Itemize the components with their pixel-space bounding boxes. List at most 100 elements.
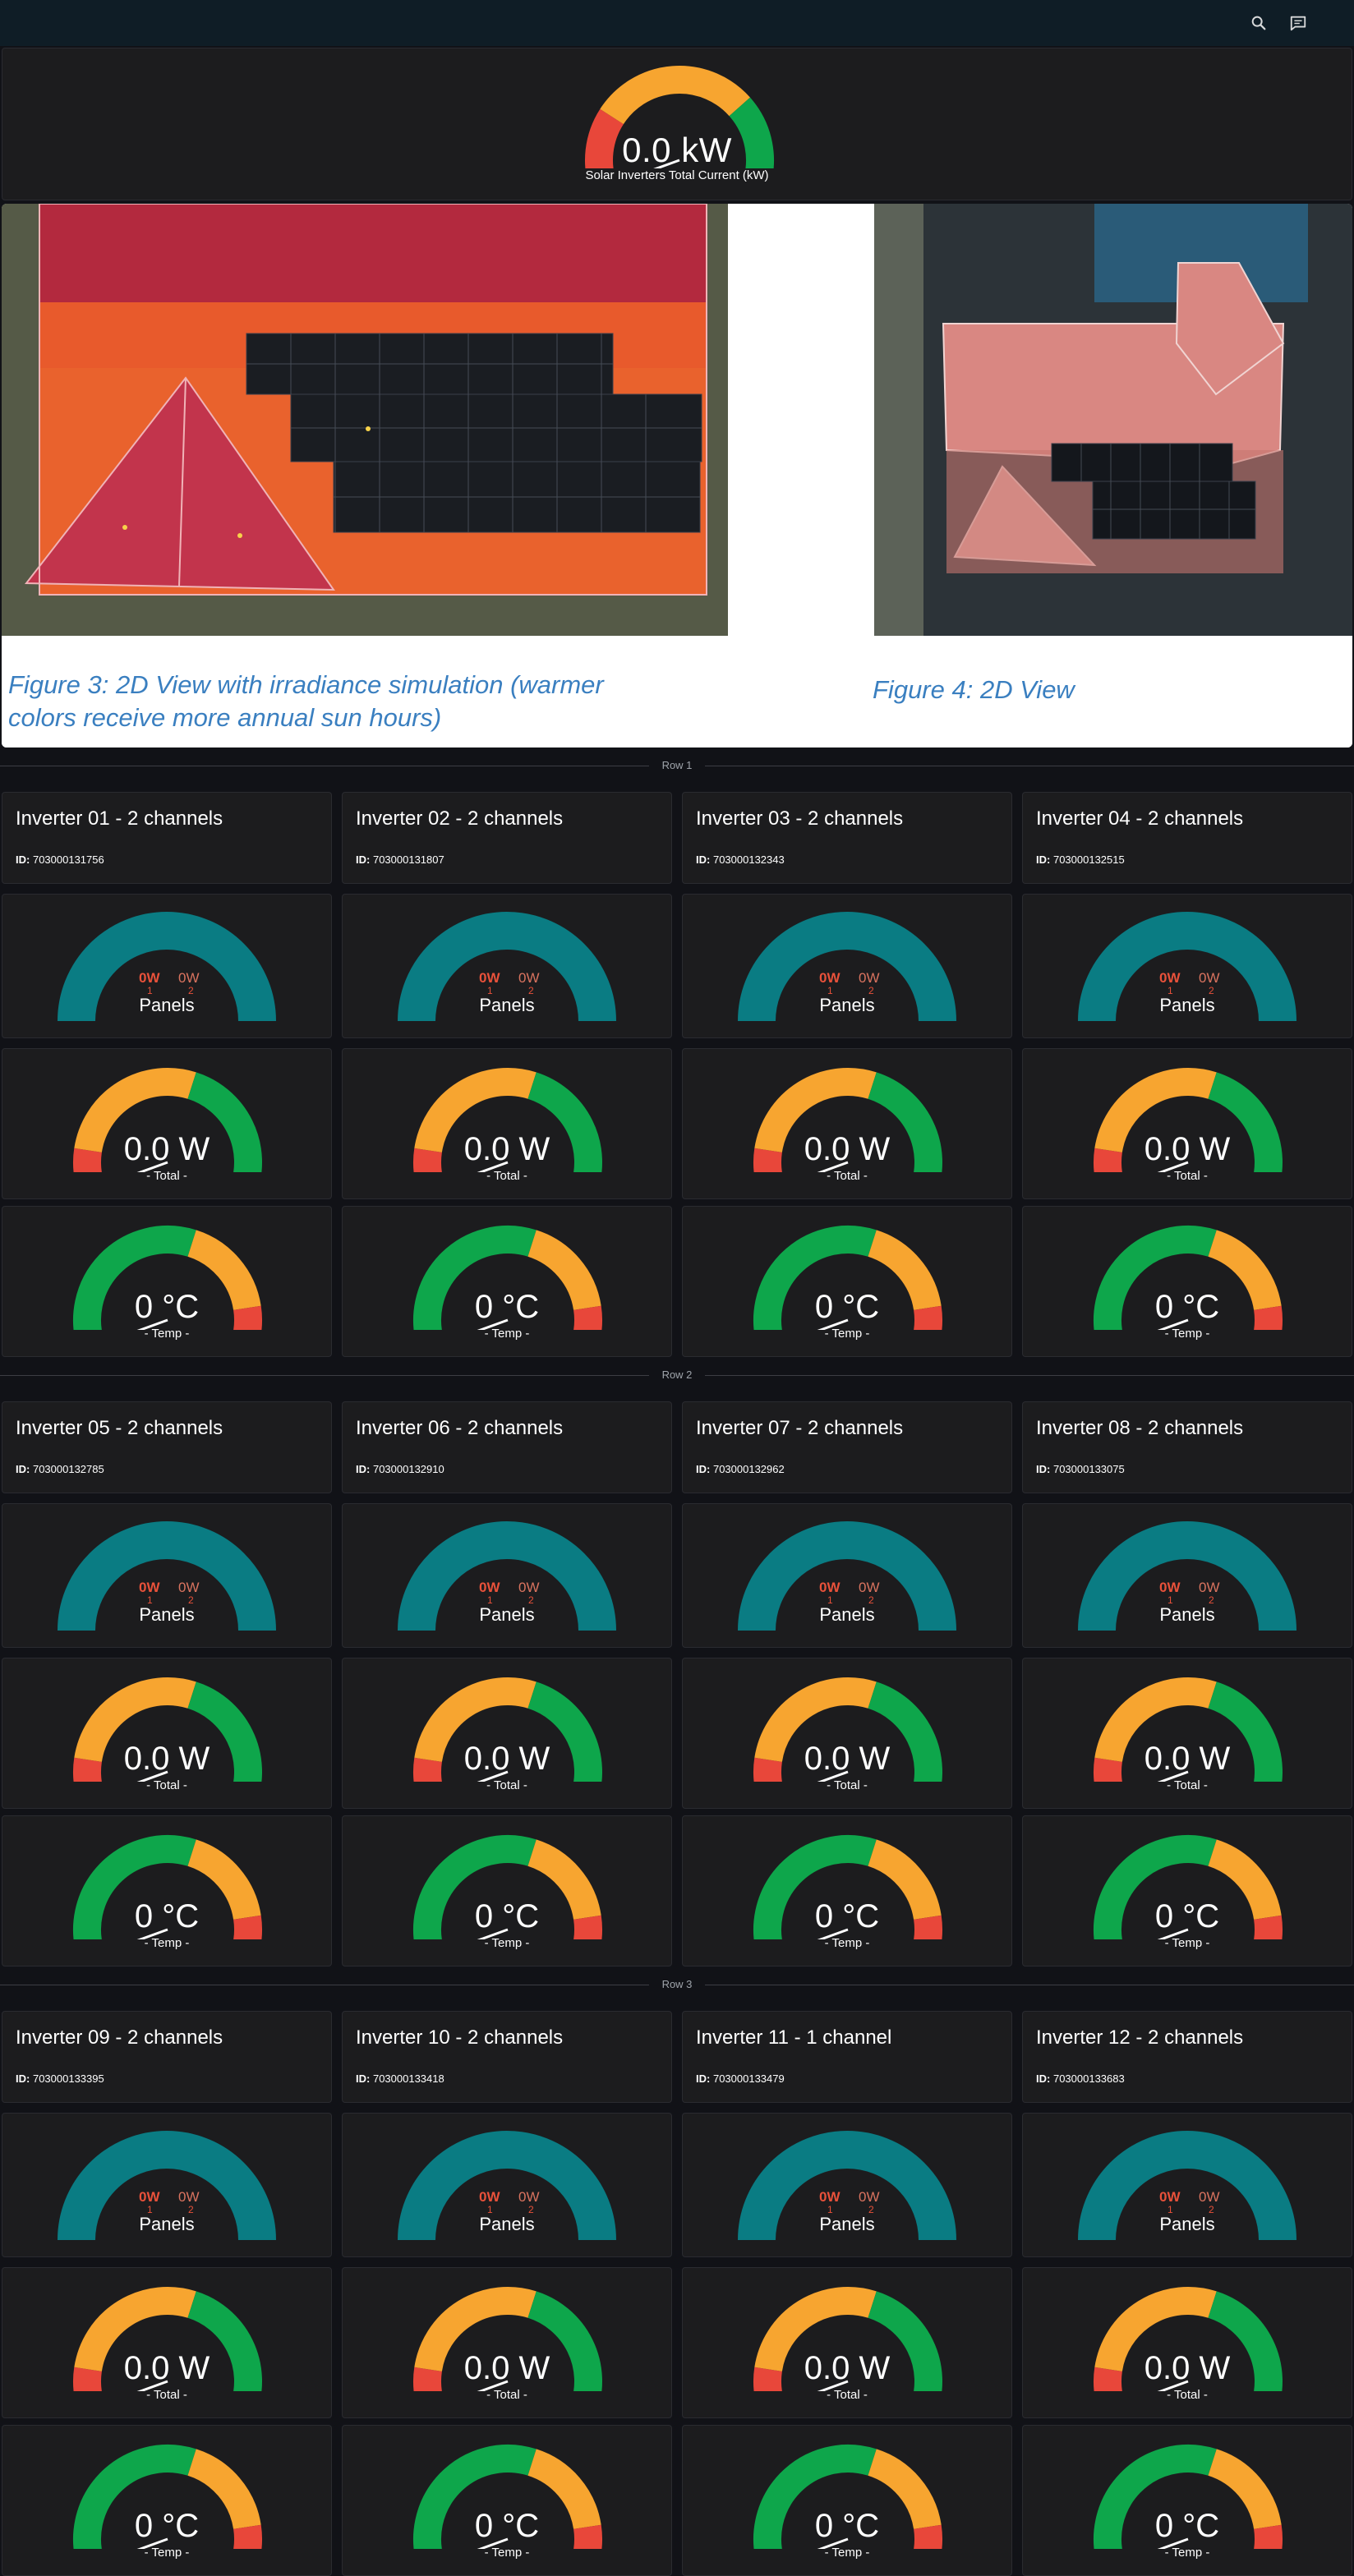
inverter-id-label: ID:: [696, 2072, 711, 2085]
channel-1-value: 0W: [139, 2189, 160, 2205]
inverter-temp-gauge-card: 0 °C - Temp -: [682, 1815, 1012, 1966]
total-power-panel: 0.0 kW Solar Inverters Total Current (kW…: [2, 48, 1352, 200]
channel-1-value: 0W: [819, 2189, 840, 2205]
panels-gauge-card: Panels 0W 0W 1 2: [342, 2113, 672, 2257]
inverter-header-card: Inverter 04 - 2 channels ID: 703000132515: [1022, 792, 1352, 884]
row-divider[interactable]: Row 2: [0, 1367, 1354, 1383]
inverter-title: Inverter 09 - 2 channels: [16, 2026, 223, 2049]
inverter-header-card: Inverter 01 - 2 channels ID: 703000131756: [2, 792, 332, 884]
inverter-id-line: ID: 703000132785: [16, 1463, 104, 1475]
row-label[interactable]: Row 3: [0, 1978, 1354, 1990]
channel-2-number: 2: [1209, 1594, 1214, 1606]
inverter-total-gauge-card: 0.0 W - Total -: [2, 2267, 332, 2418]
channel-1-number: 1: [1167, 1594, 1173, 1606]
inverter-total-value: 0.0 W: [804, 1131, 891, 1167]
inverter-temp-value: 0 °C: [474, 1898, 540, 1934]
inverter-temp-value: 0 °C: [474, 2508, 540, 2544]
inverter-total-gauge-card: 0.0 W- Total -: [342, 2267, 672, 2418]
channel-2-value: 0W: [859, 970, 880, 986]
inverter-title: Inverter 12 - 2 channels: [1036, 2026, 1244, 2049]
row-label[interactable]: Row 1: [0, 759, 1354, 771]
inverter-total-gauge-card: 0.0 W- Total -: [1022, 1658, 1352, 1809]
panels-gauge-card: Panels 0W 0W 1 2: [1022, 2113, 1352, 2257]
inverter-total-gauge-card: 0.0 W- Total -: [682, 2267, 1012, 2418]
inverter-id-value: 703000133418: [372, 2072, 444, 2085]
inverter-temp-value: 0 °C: [474, 1289, 540, 1325]
inverter-title: Inverter 03 - 2 channels: [696, 807, 904, 830]
inverter-temp-gauge-card: 0 °C - Temp -: [2, 1815, 332, 1966]
channel-1-value: 0W: [819, 970, 840, 986]
inverter-temp-value: 0 °C: [814, 1289, 880, 1325]
channel-1-number: 1: [487, 2204, 493, 2215]
inverter-id-label: ID:: [16, 853, 30, 866]
channel-1-number: 1: [827, 1594, 833, 1606]
inverter-total-gauge-card: 0.0 W- Total -: [2, 1658, 332, 1809]
row-divider[interactable]: Row 3: [0, 1976, 1354, 1993]
inverter-temp-gauge-card: 0 °C - Temp -: [342, 1815, 672, 1966]
channel-1-number: 1: [827, 985, 833, 996]
inverter-id-value: 703000133479: [712, 2072, 785, 2085]
inverter-temp-label: - Temp -: [144, 1327, 190, 1341]
panels-label: Panels: [819, 995, 875, 1015]
row-label[interactable]: Row 2: [0, 1368, 1354, 1381]
channel-2-number: 2: [868, 2204, 874, 2215]
inverter-title: Inverter 07 - 2 channels: [696, 1417, 904, 1439]
inverter-temp-label: - Temp -: [824, 2546, 870, 2560]
inverter-id-label: ID:: [356, 1463, 371, 1475]
gauge-segment-orange: [600, 66, 750, 125]
inverter-id-value: 703000133683: [1052, 2072, 1125, 2085]
inverter-id-value: 703000131807: [372, 853, 444, 866]
inverter-temp-label: - Temp -: [824, 1327, 870, 1341]
panels-label: Panels: [1159, 1604, 1215, 1625]
inverter-title: Inverter 10 - 2 channels: [356, 2026, 564, 2049]
inverter-temp-value: 0 °C: [134, 1898, 200, 1934]
inverter-header-card: Inverter 12 - 2 channels ID: 703000133683: [1022, 2011, 1352, 2103]
inverter-total-label: - Total -: [146, 2388, 187, 2402]
inverter-temp-label: - Temp -: [484, 2546, 530, 2560]
inverter-total-gauge-card: 0.0 W- Total -: [342, 1048, 672, 1199]
inverter-temp-gauge-card: 0 °C - Temp -: [342, 1206, 672, 1357]
channel-1-value: 0W: [1159, 970, 1181, 986]
search-icon[interactable]: [1247, 12, 1270, 34]
top-toolbar: [0, 0, 1354, 46]
inverter-id-label: ID:: [1036, 853, 1051, 866]
inverter-id-line: ID: 703000133418: [356, 2072, 444, 2085]
panels-label: Panels: [479, 1604, 535, 1625]
inverter-id-label: ID:: [356, 2072, 371, 2085]
channel-2-number: 2: [188, 2204, 194, 2215]
inverter-id-label: ID:: [16, 1463, 30, 1475]
inverter-total-value: 0.0 W: [123, 1131, 210, 1167]
inverter-temp-gauge-card: 0 °C - Temp -: [342, 2425, 672, 2576]
inverter-id-line: ID: 703000132343: [696, 853, 785, 866]
roof-figures-panel: Figure 3: 2D View with irradiance simula…: [2, 204, 1352, 748]
row-divider[interactable]: Row 1: [0, 757, 1354, 774]
inverter-temp-value: 0 °C: [1154, 1898, 1220, 1934]
channel-1-value: 0W: [139, 1580, 160, 1595]
inverter-total-label: - Total -: [486, 1169, 527, 1183]
inverter-temp-value: 0 °C: [1154, 1289, 1220, 1325]
inverter-header-card: Inverter 02 - 2 channels ID: 703000131807: [342, 792, 672, 884]
channel-2-value: 0W: [178, 2189, 200, 2205]
inverter-id-line: ID: 703000131756: [16, 853, 104, 866]
comment-icon[interactable]: [1287, 12, 1310, 34]
channel-1-number: 1: [147, 985, 153, 996]
inverter-total-label: - Total -: [1167, 2388, 1208, 2402]
inverter-total-label: - Total -: [486, 2388, 527, 2402]
panels-label: Panels: [139, 995, 195, 1015]
inverter-id-label: ID:: [1036, 2072, 1051, 2085]
inverter-title: Inverter 05 - 2 channels: [16, 1417, 223, 1439]
channel-2-number: 2: [868, 985, 874, 996]
channel-2-number: 2: [188, 1594, 194, 1606]
inverter-title: Inverter 02 - 2 channels: [356, 807, 564, 830]
channel-1-number: 1: [827, 2204, 833, 2215]
inverter-header-card: Inverter 10 - 2 channels ID: 703000133418: [342, 2011, 672, 2103]
inverter-total-value: 0.0 W: [1144, 1741, 1231, 1777]
channel-2-number: 2: [528, 2204, 534, 2215]
inverter-id-value: 703000131756: [32, 853, 104, 866]
inverter-total-value: 0.0 W: [123, 2350, 210, 2386]
inverter-id-label: ID:: [696, 1463, 711, 1475]
inverter-header-card: Inverter 03 - 2 channels ID: 703000132343: [682, 792, 1012, 884]
inverter-id-line: ID: 703000131807: [356, 853, 444, 866]
channel-1-number: 1: [1167, 985, 1173, 996]
inverter-total-gauge-card: 0.0 W- Total -: [1022, 2267, 1352, 2418]
